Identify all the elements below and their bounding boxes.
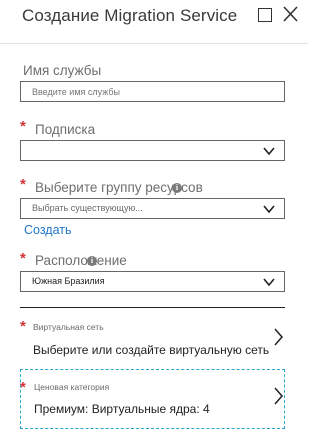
pricing-tier-selector[interactable]: * Ценовая категория Премиум: Виртуальные… bbox=[20, 369, 285, 429]
resource-group-value: Выбрать существующую... bbox=[32, 203, 143, 213]
required-star: * bbox=[20, 118, 26, 135]
info-icon[interactable]: i bbox=[172, 183, 182, 193]
location-value: Южная Бразилия bbox=[32, 276, 105, 286]
location-label: Расположение bbox=[35, 253, 127, 268]
pricing-tier-value: Премиум: Виртуальные ядра: 4 bbox=[34, 402, 210, 416]
subscription-label: Подписка bbox=[35, 122, 96, 137]
create-resource-group-link[interactable]: Создать bbox=[24, 223, 72, 237]
virtual-network-selector[interactable]: * Виртуальная сеть Выберите или создайте… bbox=[20, 316, 285, 358]
header-divider bbox=[0, 43, 308, 44]
location-dropdown[interactable]: Южная Бразилия bbox=[20, 271, 285, 292]
blade-header: Создание Migration Service bbox=[0, 0, 308, 38]
service-name-input[interactable] bbox=[20, 81, 285, 102]
chevron-down-icon bbox=[262, 144, 276, 158]
chevron-right-icon bbox=[272, 327, 284, 347]
required-star: * bbox=[20, 250, 26, 267]
section-divider bbox=[20, 307, 285, 308]
chevron-right-icon bbox=[272, 386, 284, 406]
service-name-label: Имя службы bbox=[23, 63, 102, 78]
virtual-network-value: Выберите или создайте виртуальную сеть bbox=[33, 343, 270, 357]
info-icon[interactable]: i bbox=[87, 256, 97, 266]
page-title: Создание Migration Service bbox=[22, 6, 238, 25]
resource-group-dropdown[interactable]: Выбрать существующую... bbox=[20, 198, 285, 219]
required-star: * bbox=[20, 318, 26, 335]
chevron-down-icon bbox=[262, 202, 276, 216]
required-star: * bbox=[20, 176, 26, 193]
pricing-tier-label: Ценовая категория bbox=[34, 382, 110, 392]
close-icon[interactable] bbox=[282, 4, 300, 24]
required-star: * bbox=[20, 379, 26, 396]
subscription-dropdown[interactable] bbox=[20, 140, 285, 161]
virtual-network-label: Виртуальная сеть bbox=[33, 322, 104, 332]
chevron-down-icon bbox=[262, 275, 276, 289]
maximize-icon[interactable] bbox=[258, 8, 272, 22]
